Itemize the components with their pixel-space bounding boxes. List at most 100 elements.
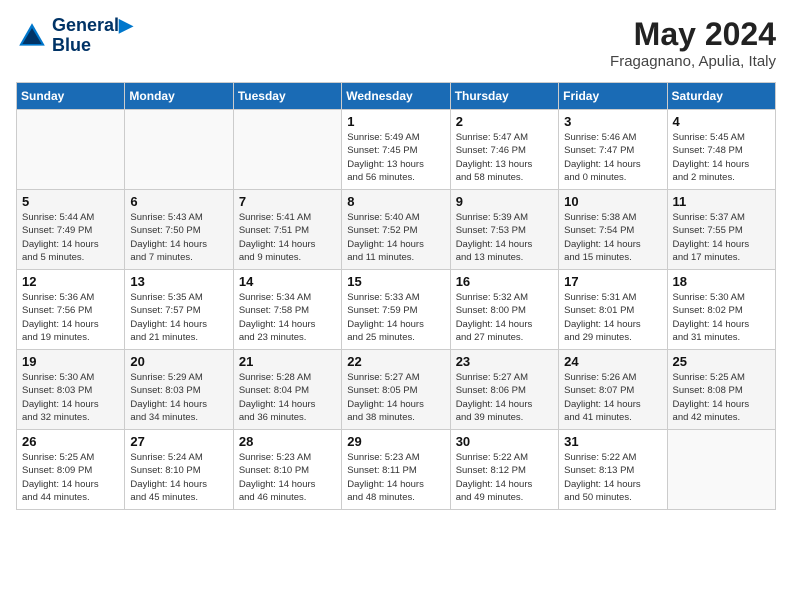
day-info: Sunrise: 5:39 AMSunset: 7:53 PMDaylight:…: [456, 211, 553, 264]
calendar-cell: 10 Sunrise: 5:38 AMSunset: 7:54 PMDayligh…: [559, 190, 667, 270]
day-info: Sunrise: 5:22 AMSunset: 8:13 PMDaylight:…: [564, 451, 661, 504]
calendar-cell: 4 Sunrise: 5:45 AMSunset: 7:48 PMDaylight…: [667, 110, 775, 190]
calendar-cell: 27 Sunrise: 5:24 AMSunset: 8:10 PMDayligh…: [125, 430, 233, 510]
calendar-cell: 6Sunrise: 5:43 AMSunset: 7:50 PMDaylight…: [125, 190, 233, 270]
day-number: 16: [456, 274, 553, 289]
day-number: 5: [22, 194, 119, 209]
day-header-tuesday: Tuesday: [233, 83, 341, 110]
calendar-cell: 26 Sunrise: 5:25 AMSunset: 8:09 PMDayligh…: [17, 430, 125, 510]
day-info: Sunrise: 5:34 AMSunset: 7:58 PMDaylight:…: [239, 291, 336, 344]
calendar-cell: 23 Sunrise: 5:27 AMSunset: 8:06 PMDayligh…: [450, 350, 558, 430]
calendar-table: SundayMondayTuesdayWednesdayThursdayFrid…: [16, 82, 776, 510]
day-info: Sunrise: 5:46 AMSunset: 7:47 PMDaylight:…: [564, 131, 661, 184]
calendar-cell: 12Sunrise: 5:36 AMSunset: 7:56 PMDayligh…: [17, 270, 125, 350]
calendar-cell: 18Sunrise: 5:30 AMSunset: 8:02 PMDayligh…: [667, 270, 775, 350]
day-info: Sunrise: 5:41 AMSunset: 7:51 PMDaylight:…: [239, 211, 336, 264]
day-info: Sunrise: 5:49 AMSunset: 7:45 PMDaylight:…: [347, 131, 444, 184]
day-header-wednesday: Wednesday: [342, 83, 450, 110]
day-number: 14: [239, 274, 336, 289]
calendar-cell: 20 Sunrise: 5:29 AMSunset: 8:03 PMDayligh…: [125, 350, 233, 430]
calendar-cell: [667, 430, 775, 510]
day-number: 31: [564, 434, 661, 449]
calendar-cell: 30 Sunrise: 5:22 AMSunset: 8:12 PMDayligh…: [450, 430, 558, 510]
day-number: 24: [564, 354, 661, 369]
day-number: 25: [673, 354, 770, 369]
calendar-week-row: 19Sunrise: 5:30 AMSunset: 8:03 PMDayligh…: [17, 350, 776, 430]
day-info: Sunrise: 5:32 AMSunset: 8:00 PMDaylight:…: [456, 291, 553, 344]
day-number: 28: [239, 434, 336, 449]
calendar-week-row: 12Sunrise: 5:36 AMSunset: 7:56 PMDayligh…: [17, 270, 776, 350]
page-header: General▶ Blue May 2024 Fragagnano, Apuli…: [16, 16, 776, 70]
calendar-cell: 13Sunrise: 5:35 AMSunset: 7:57 PMDayligh…: [125, 270, 233, 350]
calendar-cell: 14 Sunrise: 5:34 AMSunset: 7:58 PMDayligh…: [233, 270, 341, 350]
day-info: Sunrise: 5:38 AMSunset: 7:54 PMDaylight:…: [564, 211, 661, 264]
location: Fragagnano, Apulia, Italy: [610, 53, 776, 70]
calendar-week-row: 1Sunrise: 5:49 AMSunset: 7:45 PMDaylight…: [17, 110, 776, 190]
day-info: Sunrise: 5:22 AMSunset: 8:12 PMDaylight:…: [456, 451, 553, 504]
calendar-cell: 29 Sunrise: 5:23 AMSunset: 8:11 PMDayligh…: [342, 430, 450, 510]
day-header-sunday: Sunday: [17, 83, 125, 110]
day-number: 7: [239, 194, 336, 209]
day-number: 10: [564, 194, 661, 209]
calendar-cell: 19Sunrise: 5:30 AMSunset: 8:03 PMDayligh…: [17, 350, 125, 430]
day-info: Sunrise: 5:27 AMSunset: 8:06 PMDaylight:…: [456, 371, 553, 424]
calendar-cell: 31 Sunrise: 5:22 AMSunset: 8:13 PMDayligh…: [559, 430, 667, 510]
day-info: Sunrise: 5:24 AMSunset: 8:10 PMDaylight:…: [130, 451, 227, 504]
day-number: 8: [347, 194, 444, 209]
calendar-cell: 24Sunrise: 5:26 AMSunset: 8:07 PMDayligh…: [559, 350, 667, 430]
calendar-cell: 21Sunrise: 5:28 AMSunset: 8:04 PMDayligh…: [233, 350, 341, 430]
day-number: 30: [456, 434, 553, 449]
calendar-header-row: SundayMondayTuesdayWednesdayThursdayFrid…: [17, 83, 776, 110]
calendar-cell: 15Sunrise: 5:33 AMSunset: 7:59 PMDayligh…: [342, 270, 450, 350]
calendar-cell: 16 Sunrise: 5:32 AMSunset: 8:00 PMDayligh…: [450, 270, 558, 350]
calendar-cell: 1Sunrise: 5:49 AMSunset: 7:45 PMDaylight…: [342, 110, 450, 190]
day-number: 26: [22, 434, 119, 449]
day-number: 17: [564, 274, 661, 289]
logo: General▶ Blue: [16, 16, 133, 56]
calendar-week-row: 26 Sunrise: 5:25 AMSunset: 8:09 PMDayligh…: [17, 430, 776, 510]
calendar-cell: 8 Sunrise: 5:40 AMSunset: 7:52 PMDaylight…: [342, 190, 450, 270]
day-number: 29: [347, 434, 444, 449]
day-info: Sunrise: 5:23 AMSunset: 8:10 PMDaylight:…: [239, 451, 336, 504]
day-number: 11: [673, 194, 770, 209]
day-number: 27: [130, 434, 227, 449]
calendar-cell: [17, 110, 125, 190]
day-number: 15: [347, 274, 444, 289]
calendar-cell: 3 Sunrise: 5:46 AMSunset: 7:47 PMDaylight…: [559, 110, 667, 190]
day-number: 20: [130, 354, 227, 369]
month-title: May 2024: [610, 16, 776, 53]
day-info: Sunrise: 5:25 AMSunset: 8:09 PMDaylight:…: [22, 451, 119, 504]
calendar-cell: 7 Sunrise: 5:41 AMSunset: 7:51 PMDaylight…: [233, 190, 341, 270]
day-number: 9: [456, 194, 553, 209]
day-info: Sunrise: 5:37 AMSunset: 7:55 PMDaylight:…: [673, 211, 770, 264]
day-number: 23: [456, 354, 553, 369]
calendar-cell: [233, 110, 341, 190]
calendar-cell: 17 Sunrise: 5:31 AMSunset: 8:01 PMDayligh…: [559, 270, 667, 350]
title-block: May 2024 Fragagnano, Apulia, Italy: [610, 16, 776, 70]
calendar-cell: 5 Sunrise: 5:44 AMSunset: 7:49 PMDaylight…: [17, 190, 125, 270]
calendar-cell: 2Sunrise: 5:47 AMSunset: 7:46 PMDaylight…: [450, 110, 558, 190]
day-info: Sunrise: 5:44 AMSunset: 7:49 PMDaylight:…: [22, 211, 119, 264]
calendar-week-row: 5 Sunrise: 5:44 AMSunset: 7:49 PMDaylight…: [17, 190, 776, 270]
day-number: 6: [130, 194, 227, 209]
day-number: 4: [673, 114, 770, 129]
day-number: 3: [564, 114, 661, 129]
calendar-body: 1Sunrise: 5:49 AMSunset: 7:45 PMDaylight…: [17, 110, 776, 510]
calendar-cell: 25Sunrise: 5:25 AMSunset: 8:08 PMDayligh…: [667, 350, 775, 430]
day-info: Sunrise: 5:40 AMSunset: 7:52 PMDaylight:…: [347, 211, 444, 264]
day-header-saturday: Saturday: [667, 83, 775, 110]
day-info: Sunrise: 5:28 AMSunset: 8:04 PMDaylight:…: [239, 371, 336, 424]
logo-text: General▶ Blue: [52, 16, 133, 56]
calendar-cell: 22Sunrise: 5:27 AMSunset: 8:05 PMDayligh…: [342, 350, 450, 430]
day-info: Sunrise: 5:31 AMSunset: 8:01 PMDaylight:…: [564, 291, 661, 344]
calendar-cell: 28 Sunrise: 5:23 AMSunset: 8:10 PMDayligh…: [233, 430, 341, 510]
day-info: Sunrise: 5:30 AMSunset: 8:03 PMDaylight:…: [22, 371, 119, 424]
day-info: Sunrise: 5:45 AMSunset: 7:48 PMDaylight:…: [673, 131, 770, 184]
day-header-friday: Friday: [559, 83, 667, 110]
day-info: Sunrise: 5:23 AMSunset: 8:11 PMDaylight:…: [347, 451, 444, 504]
day-number: 18: [673, 274, 770, 289]
day-info: Sunrise: 5:47 AMSunset: 7:46 PMDaylight:…: [456, 131, 553, 184]
logo-icon: [16, 20, 48, 52]
day-info: Sunrise: 5:29 AMSunset: 8:03 PMDaylight:…: [130, 371, 227, 424]
day-info: Sunrise: 5:35 AMSunset: 7:57 PMDaylight:…: [130, 291, 227, 344]
